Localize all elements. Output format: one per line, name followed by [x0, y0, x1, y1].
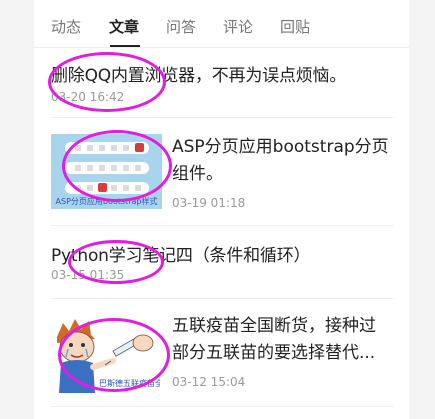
page-dot [135, 185, 141, 191]
vaccine-cartoon-thumbnail[interactable]: 巴斯德五联疫苗全国断货 [51, 315, 162, 393]
page-dot [87, 185, 93, 191]
page-dot [111, 145, 117, 151]
article-title[interactable]: 删除QQ内置浏览器，不再为误点烦恼。 [51, 65, 346, 87]
thumbnail-caption: 巴斯德五联疫苗全国断货 [99, 379, 160, 388]
page-dot [87, 145, 93, 151]
pagination-sample-row [65, 162, 149, 174]
article-date: 03-20 16:42 [51, 90, 125, 104]
tab-bar: 动态 文章 问答 评论 回贴 [34, 0, 409, 48]
page-dot [99, 165, 105, 171]
page-dot [75, 165, 81, 171]
divider [51, 225, 393, 226]
article-title[interactable]: Python学习笔记四（条件和循环） [51, 245, 311, 267]
current-page-dot [135, 143, 144, 152]
page-dot [75, 145, 81, 151]
pagination-sample-row [65, 142, 149, 154]
article-title[interactable]: ASP分页应用bootstrap分页组件。 [172, 134, 391, 188]
page-dot [99, 145, 105, 151]
article-item[interactable]: ASP分页应用bootstrap样式 ASP分页应用bootstrap分页组件。… [51, 134, 391, 210]
article-list-panel: 动态 文章 问答 评论 回贴 删除QQ内置浏览器，不再为误点烦恼。 03-20 … [34, 0, 409, 419]
article-date: 03-15 01:35 [51, 268, 125, 282]
page-dot [75, 185, 81, 191]
page-dot [87, 165, 93, 171]
tab-articles[interactable]: 文章 [109, 17, 139, 37]
page-dot [123, 145, 129, 151]
page-dot [111, 165, 117, 171]
divider [51, 117, 393, 118]
active-tab-indicator [110, 45, 140, 47]
page-dot [135, 165, 141, 171]
divider [51, 406, 393, 407]
tab-activity[interactable]: 动态 [51, 17, 81, 37]
pagination-sample-row [65, 182, 149, 194]
asp-pagination-thumbnail[interactable]: ASP分页应用bootstrap样式 [51, 134, 162, 209]
article-title[interactable]: 五联疫苗全国断货，接种过部分五联苗的要选择替代... [172, 313, 391, 367]
article-date: 03-19 01:18 [172, 196, 246, 210]
article-date: 03-12 15:04 [172, 375, 246, 389]
page-dot [111, 185, 117, 191]
tab-questions[interactable]: 问答 [166, 17, 196, 37]
article-item[interactable]: 删除QQ内置浏览器，不再为误点烦恼。 03-20 16:42 [51, 62, 391, 114]
page-dot [123, 165, 129, 171]
tab-comments[interactable]: 评论 [223, 17, 253, 37]
article-item[interactable]: 巴斯德五联疫苗全国断货 五联疫苗全国断货，接种过部分五联苗的要选择替代... 0… [51, 313, 391, 393]
article-item[interactable]: Python学习笔记四（条件和循环） 03-15 01:35 [51, 243, 391, 287]
tab-replies[interactable]: 回贴 [280, 17, 310, 37]
current-page-dot [98, 183, 107, 192]
page-dot [123, 185, 129, 191]
divider [51, 298, 393, 299]
thumbnail-caption: ASP分页应用bootstrap样式 [55, 197, 158, 206]
